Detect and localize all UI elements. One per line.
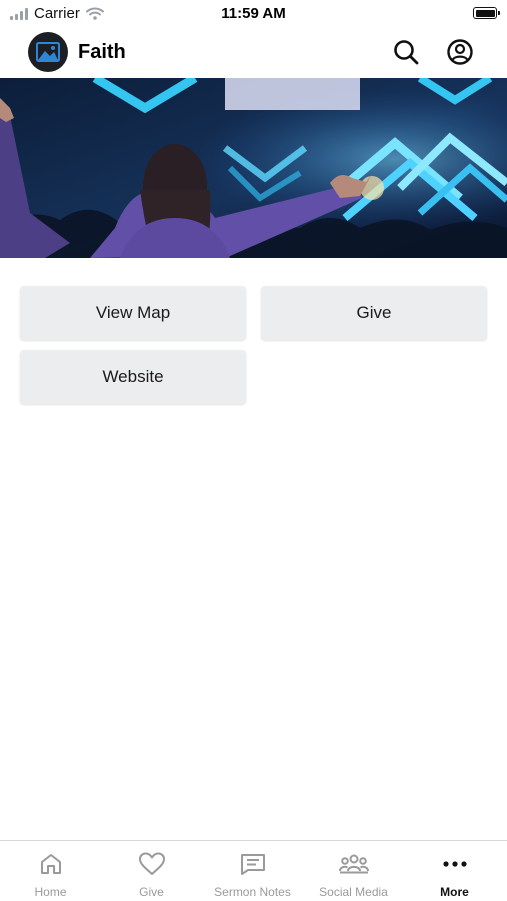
profile-icon xyxy=(447,39,473,65)
page-title: Faith xyxy=(78,41,126,63)
give-button[interactable]: Give xyxy=(261,286,487,340)
status-bar: Carrier 11:59 AM xyxy=(0,0,507,28)
tab-give[interactable]: Give xyxy=(101,841,202,901)
tab-more[interactable]: More xyxy=(404,841,505,901)
app-header: Faith xyxy=(0,28,507,78)
tab-label: More xyxy=(440,885,469,899)
tab-sermon-notes[interactable]: Sermon Notes xyxy=(202,841,303,901)
clock: 11:59 AM xyxy=(221,5,286,22)
search-button[interactable] xyxy=(390,36,422,68)
tab-label: Sermon Notes xyxy=(214,885,291,899)
tab-label: Home xyxy=(34,885,67,899)
tab-home[interactable]: Home xyxy=(0,841,101,901)
search-icon xyxy=(394,40,419,65)
heart-icon xyxy=(138,852,165,875)
website-button[interactable]: Website xyxy=(20,350,246,404)
battery-icon xyxy=(473,7,500,19)
profile-button[interactable] xyxy=(444,36,476,68)
logo-icon[interactable] xyxy=(28,32,68,72)
tab-bar: Home Give Sermon Notes Social Media More xyxy=(0,840,507,901)
tab-label: Give xyxy=(139,885,164,899)
more-icon xyxy=(442,861,467,867)
tab-label: Social Media xyxy=(319,885,388,899)
home-icon xyxy=(40,854,61,874)
notes-icon xyxy=(240,854,265,875)
hero-image xyxy=(0,78,507,258)
people-icon xyxy=(338,854,369,874)
tab-social-media[interactable]: Social Media xyxy=(303,841,404,901)
view-map-button[interactable]: View Map xyxy=(20,286,246,340)
